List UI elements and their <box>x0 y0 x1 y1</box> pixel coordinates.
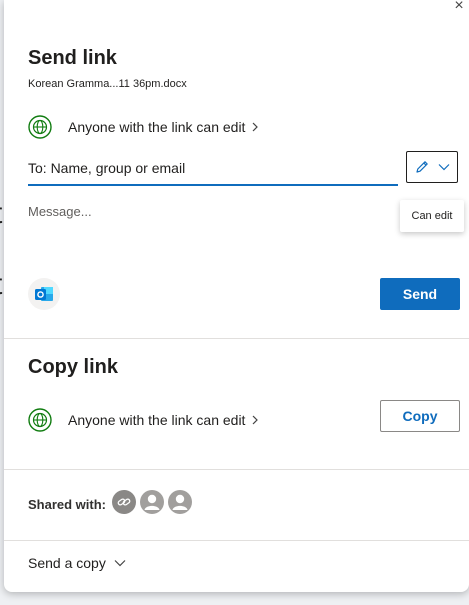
copy-link-permission[interactable]: Anyone with the link can edit <box>28 408 259 432</box>
copy-button[interactable]: Copy <box>380 400 460 432</box>
copy-link-title: Copy link <box>28 356 119 378</box>
person-avatar-icon[interactable] <box>140 490 164 514</box>
section-divider <box>4 338 469 339</box>
shared-with-list <box>112 490 192 514</box>
globe-icon <box>28 408 52 432</box>
outlook-button[interactable] <box>28 278 60 310</box>
chevron-down-icon <box>114 560 126 567</box>
share-dialog: × Send link Korean Gramma...11 36pm.docx… <box>4 0 469 592</box>
background-text: t <box>0 197 2 231</box>
send-a-copy-button[interactable]: Send a copy <box>28 555 126 571</box>
copy-link-permission-label: Anyone with the link can edit <box>68 412 246 428</box>
send-a-copy-label: Send a copy <box>28 555 106 571</box>
chevron-right-icon <box>253 122 259 132</box>
send-link-permission[interactable]: Anyone with the link can edit <box>28 115 259 139</box>
pencil-icon <box>416 161 428 173</box>
chevron-down-icon <box>438 164 450 171</box>
send-button[interactable]: Send <box>380 278 460 310</box>
send-link-title: Send link <box>28 47 117 69</box>
permission-dropdown[interactable] <box>406 151 458 183</box>
close-icon[interactable]: × <box>451 0 467 14</box>
globe-icon <box>28 115 52 139</box>
message-input[interactable] <box>28 204 388 244</box>
file-name: Korean Gramma...11 36pm.docx <box>28 78 187 90</box>
person-avatar-icon[interactable] <box>168 490 192 514</box>
shared-with-label: Shared with: <box>28 497 107 512</box>
permission-tooltip: Can edit <box>400 200 464 232</box>
link-icon[interactable] <box>112 490 136 514</box>
outlook-icon <box>35 287 53 301</box>
recipient-input[interactable] <box>28 154 398 186</box>
section-divider <box>4 469 469 470</box>
send-link-permission-label: Anyone with the link can edit <box>68 119 246 135</box>
chevron-right-icon <box>253 415 259 425</box>
section-divider <box>4 540 469 541</box>
background-text: t <box>0 268 2 302</box>
